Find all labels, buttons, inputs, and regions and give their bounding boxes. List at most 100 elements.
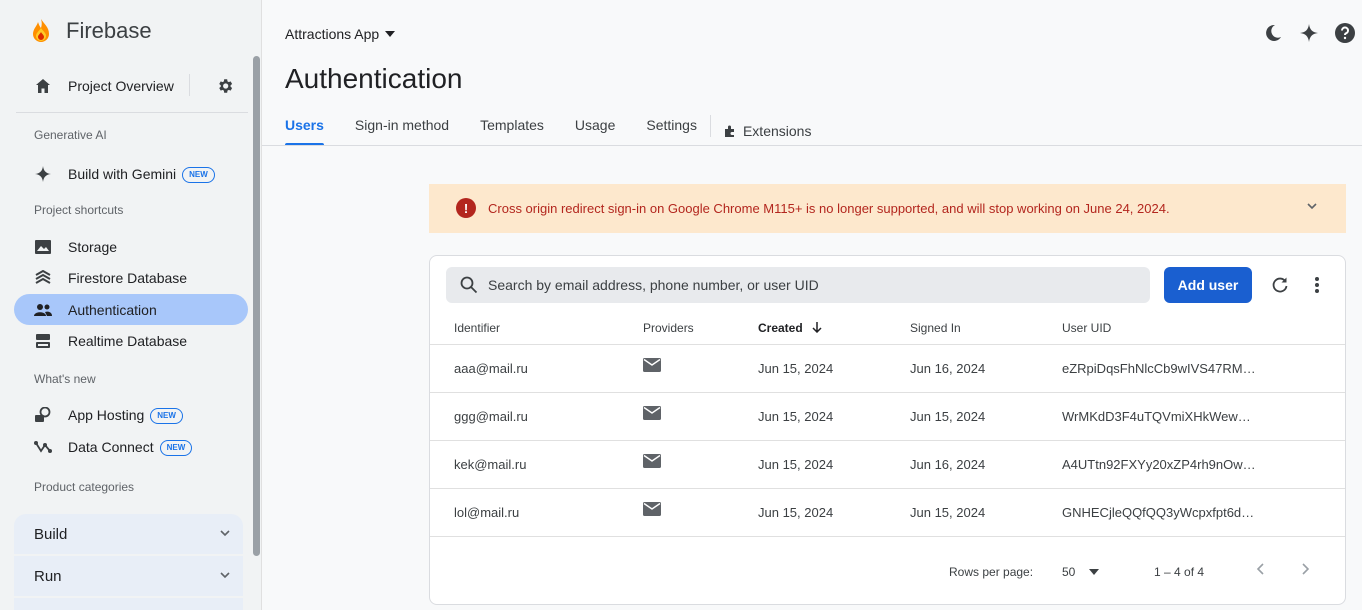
warning-banner: ! Cross origin redirect sign-in on Googl… bbox=[429, 184, 1346, 233]
search-box bbox=[446, 267, 1150, 303]
category-label: Build bbox=[34, 525, 68, 543]
page-title: Authentication bbox=[285, 63, 463, 94]
cell-created: Jun 15, 2024 bbox=[758, 505, 834, 520]
users-card: Add user Identifier Providers Created Si… bbox=[429, 255, 1346, 605]
tab-extensions-label: Extensions bbox=[742, 123, 812, 139]
top-actions bbox=[1262, 22, 1356, 44]
sidebar: Firebase Project Overview Generative AI … bbox=[0, 0, 262, 610]
sidebar-item-authentication[interactable]: Authentication bbox=[0, 299, 262, 321]
new-badge: NEW bbox=[182, 166, 215, 183]
column-header-created[interactable]: Created bbox=[758, 321, 822, 335]
caret-down-icon bbox=[385, 31, 396, 37]
sidebar-scrollbar[interactable] bbox=[253, 56, 260, 556]
column-header-signed-in[interactable]: Signed In bbox=[910, 321, 961, 335]
search-icon bbox=[460, 276, 478, 294]
tab-usage[interactable]: Usage bbox=[575, 117, 615, 145]
home-icon bbox=[34, 77, 52, 95]
tab-users[interactable]: Users bbox=[285, 117, 324, 146]
cell-user-uid: GNHECjleQQfQQ3yWcpxfpt6d… bbox=[1062, 505, 1255, 520]
sidebar-item-build-with-gemini[interactable]: Build with Gemini NEW bbox=[0, 163, 262, 185]
sidebar-item-label: Data Connect bbox=[68, 438, 154, 455]
extensions-icon bbox=[724, 125, 734, 137]
table-row[interactable]: aaa@mail.ru Jun 15, 2024 Jun 16, 2024 eZ… bbox=[430, 344, 1345, 392]
cell-identifier: kek@mail.ru bbox=[454, 457, 527, 472]
gear-icon[interactable] bbox=[216, 77, 234, 95]
table-header: Identifier Providers Created Signed In U… bbox=[430, 312, 1345, 344]
category-build[interactable]: Build bbox=[14, 514, 243, 554]
cell-signed-in: Jun 15, 2024 bbox=[910, 505, 986, 520]
help-icon[interactable] bbox=[1334, 22, 1356, 44]
more-vert-icon[interactable] bbox=[1308, 273, 1326, 297]
sidebar-item-storage[interactable]: Storage bbox=[0, 236, 262, 258]
cell-signed-in: Jun 16, 2024 bbox=[910, 457, 986, 472]
firestore-icon bbox=[34, 269, 52, 287]
add-user-button[interactable]: Add user bbox=[1164, 267, 1252, 303]
table-pagination: Rows per page: 50 1 – 4 of 4 bbox=[430, 536, 1345, 604]
sidebar-item-label: Firestore Database bbox=[68, 270, 188, 286]
sidebar-item-label: Authentication bbox=[68, 302, 157, 318]
cell-signed-in: Jun 15, 2024 bbox=[910, 409, 986, 424]
cell-identifier: lol@mail.ru bbox=[454, 505, 520, 520]
tab-extensions[interactable]: Extensions bbox=[723, 117, 811, 145]
project-name: Attractions App bbox=[285, 26, 380, 42]
image-icon bbox=[34, 238, 52, 256]
sidebar-item-realtime-database[interactable]: Realtime Database bbox=[0, 330, 262, 352]
sidebar-item-data-connect[interactable]: Data Connect NEW bbox=[0, 436, 262, 458]
new-badge: NEW bbox=[150, 407, 183, 424]
caret-down-icon bbox=[1089, 569, 1100, 575]
sidebar-divider bbox=[16, 112, 248, 113]
tab-templates[interactable]: Templates bbox=[480, 117, 544, 145]
chevron-down-icon[interactable] bbox=[1306, 200, 1318, 215]
cell-user-uid: A4UTtn92FXYy20xZP4rh9nOw… bbox=[1062, 457, 1256, 472]
cell-identifier: ggg@mail.ru bbox=[454, 409, 528, 424]
cell-identifier: aaa@mail.ru bbox=[454, 361, 528, 376]
email-provider-icon bbox=[643, 454, 661, 471]
sidebar-item-label: Storage bbox=[68, 239, 118, 255]
table-row[interactable]: ggg@mail.ru Jun 15, 2024 Jun 15, 2024 Wr… bbox=[430, 392, 1345, 440]
category-run[interactable]: Run bbox=[14, 556, 243, 596]
chevron-right-icon[interactable] bbox=[1300, 562, 1310, 579]
email-provider-icon bbox=[643, 406, 661, 423]
cell-user-uid: WrMKdD3F4uTQVmiXHkWew… bbox=[1062, 409, 1251, 424]
chevron-left-icon[interactable] bbox=[1256, 562, 1266, 579]
column-header-user-uid: User UID bbox=[1062, 321, 1112, 335]
sparkle-icon[interactable] bbox=[1298, 22, 1320, 44]
sidebar-item-label: Realtime Database bbox=[68, 333, 188, 349]
refresh-icon[interactable] bbox=[1268, 273, 1292, 297]
tabs-underline bbox=[262, 145, 1362, 146]
tab-settings[interactable]: Settings bbox=[646, 117, 697, 145]
sidebar-item-label: Build with Gemini bbox=[68, 165, 177, 182]
brand-name: Firebase bbox=[66, 18, 152, 43]
column-header-identifier[interactable]: Identifier bbox=[454, 321, 500, 335]
section-generative-ai: Generative AI bbox=[34, 128, 107, 142]
column-header-created-label: Created bbox=[758, 321, 803, 335]
firebase-logo[interactable]: Firebase bbox=[30, 18, 152, 44]
chevron-down-icon bbox=[219, 568, 231, 585]
tab-sign-in-method[interactable]: Sign-in method bbox=[355, 117, 449, 145]
tab-bar: Users Sign-in method Templates Usage Set… bbox=[285, 115, 842, 146]
dark-mode-icon[interactable] bbox=[1262, 22, 1284, 44]
tab-divider bbox=[709, 115, 711, 137]
sidebar-item-firestore[interactable]: Firestore Database bbox=[0, 267, 262, 289]
cell-created: Jun 15, 2024 bbox=[758, 457, 834, 472]
rows-per-page-select[interactable]: 50 bbox=[1062, 565, 1100, 579]
pagination-range: 1 – 4 of 4 bbox=[1154, 565, 1205, 579]
new-badge: NEW bbox=[159, 439, 193, 456]
email-provider-icon bbox=[643, 502, 661, 519]
chevron-down-icon bbox=[219, 526, 231, 543]
sidebar-item-label: App Hosting bbox=[68, 406, 145, 423]
sparkle-icon bbox=[34, 165, 52, 183]
error-icon: ! bbox=[456, 198, 476, 218]
section-whats-new: What's new bbox=[34, 372, 96, 386]
project-overview-label: Project Overview bbox=[68, 78, 174, 94]
table-row[interactable]: lol@mail.ru Jun 15, 2024 Jun 15, 2024 GN… bbox=[430, 488, 1345, 536]
search-input[interactable] bbox=[488, 267, 1138, 303]
cell-created: Jun 15, 2024 bbox=[758, 409, 834, 424]
email-provider-icon bbox=[643, 358, 661, 375]
rows-per-page-label: Rows per page: bbox=[949, 565, 1034, 579]
sidebar-item-app-hosting[interactable]: App Hosting NEW bbox=[0, 404, 262, 426]
section-product-categories: Product categories bbox=[34, 480, 135, 494]
table-row[interactable]: kek@mail.ru Jun 15, 2024 Jun 16, 2024 A4… bbox=[430, 440, 1345, 488]
overview-divider bbox=[189, 74, 190, 96]
project-selector[interactable]: Attractions App bbox=[285, 26, 396, 42]
